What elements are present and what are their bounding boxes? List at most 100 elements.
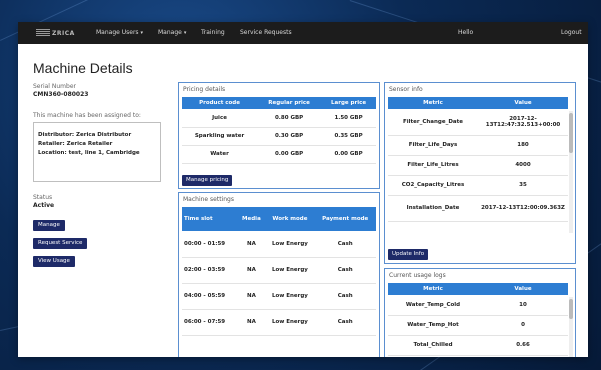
table-cell: 00:00 - 01:59 xyxy=(182,231,238,258)
hello-user[interactable]: Hello xyxy=(458,29,473,36)
table-row: Filter_Change_Date 2017-12-13T12:47:32.5… xyxy=(388,109,568,136)
table-row: Water 0.00 GBP 0.00 GBP xyxy=(182,145,376,164)
usage-header-row: Metric Value xyxy=(388,283,568,295)
top-navbar: ZRICA Manage Users ▾ Manage ▾ Training Ser… xyxy=(18,22,588,44)
caret-down-icon: ▾ xyxy=(183,30,187,36)
table-cell: 180 xyxy=(478,135,568,156)
pricing-title: Pricing details xyxy=(183,86,226,93)
nav-service-requests[interactable]: Service Requests xyxy=(240,29,292,36)
table-cell: 0.00 GBP xyxy=(257,145,322,164)
table-cell: Total_Chilled xyxy=(388,335,478,356)
table-row: Juice 0.80 GBP 1.50 GBP xyxy=(182,109,376,128)
table-cell: 2017-12-13T12:00:09.363Z xyxy=(478,195,568,222)
sensor-info-panel: Sensor info Metric Value Filter_Change_D… xyxy=(384,82,576,264)
pricing-table: Product code Regular price Large price J… xyxy=(182,97,376,164)
usage-logs-table: Metric Value Water_Temp_Cold 10 Water_Te… xyxy=(388,283,568,356)
nav-label: Manage Users xyxy=(96,29,139,36)
nav-training[interactable]: Training xyxy=(201,29,225,36)
table-cell: Low Energy xyxy=(265,309,315,336)
table-cell: 4000 xyxy=(478,155,568,176)
status-label: Status xyxy=(33,194,53,201)
assigned-distributor: Distributor: Zerica Distributor xyxy=(38,132,132,138)
table-cell: Sparkling water xyxy=(182,127,258,146)
table-cell: Low Energy xyxy=(265,231,315,258)
table-cell: 0.80 GBP xyxy=(257,109,322,128)
assigned-retailer: Retailer: Zerica Retailer xyxy=(38,141,113,147)
table-row: Sparkling water 0.30 GBP 0.35 GBP xyxy=(182,127,376,146)
col-value: Value xyxy=(478,97,568,109)
manage-pricing-button[interactable]: Manage pricing xyxy=(182,175,233,186)
brand-logo[interactable]: ZRICA xyxy=(36,29,75,37)
machine-settings-table: Time slot Media Work mode Payment mode 0… xyxy=(182,207,376,336)
sensor-scrollbar[interactable] xyxy=(569,111,573,233)
page-title: Machine Details xyxy=(33,60,133,76)
table-row: CO2_Capacity_Litres 35 xyxy=(388,175,568,196)
table-row: Total_Chilled 0.66 xyxy=(388,335,568,356)
app-window: ZRICA Manage Users ▾ Manage ▾ Training Ser… xyxy=(18,22,588,357)
col-media: Media xyxy=(237,207,266,231)
table-cell: NA xyxy=(237,231,266,258)
logout-link[interactable]: Logout xyxy=(561,29,582,36)
update-info-button[interactable]: Update Info xyxy=(388,249,429,260)
table-row: 06:00 - 07:59 NA Low Energy Cash xyxy=(182,309,376,336)
table-cell: 06:00 - 07:59 xyxy=(182,309,238,336)
manage-button[interactable]: Manage xyxy=(33,220,65,231)
table-cell: 2017-12-13T12:47:32.513+00:00 xyxy=(478,109,568,136)
table-cell: Cash xyxy=(314,257,376,284)
serial-label: Serial Number xyxy=(33,83,76,90)
col-work-mode: Work mode xyxy=(265,207,315,231)
table-row: Filter_Life_Litres 4000 xyxy=(388,155,568,176)
serial-value: CMN360-080023 xyxy=(33,91,89,98)
usage-scrollbar[interactable] xyxy=(569,297,573,357)
table-cell: 0.35 GBP xyxy=(321,127,376,146)
table-cell: Low Energy xyxy=(265,257,315,284)
table-cell: 1.50 GBP xyxy=(321,109,376,128)
view-usage-button[interactable]: View Usage xyxy=(33,256,75,267)
col-payment-mode: Payment mode xyxy=(314,207,376,231)
table-row: 02:00 - 03:59 NA Low Energy Cash xyxy=(182,257,376,284)
nav-manage-users[interactable]: Manage Users ▾ xyxy=(96,29,143,36)
table-cell: Cash xyxy=(314,283,376,310)
table-cell: 0 xyxy=(478,315,568,336)
assignment-box: Distributor: Zerica Distributor Retailer… xyxy=(33,122,161,182)
table-cell: 0.66 xyxy=(478,335,568,356)
table-cell: Filter_Life_Days xyxy=(388,135,478,156)
nav-manage[interactable]: Manage ▾ xyxy=(158,29,186,36)
table-cell: Low Energy xyxy=(265,283,315,310)
assigned-location: Location: test, line 1, Cambridge xyxy=(38,150,140,156)
machine-settings-panel: Machine settings Time slot Media Work mo… xyxy=(178,192,380,357)
caret-down-icon: ▾ xyxy=(140,30,144,36)
table-cell: Filter_Change_Date xyxy=(388,109,478,136)
col-time-slot: Time slot xyxy=(182,207,238,231)
col-metric: Metric xyxy=(388,97,478,109)
table-cell: 35 xyxy=(478,175,568,196)
status-value: Active xyxy=(33,202,55,209)
table-cell: NA xyxy=(237,309,266,336)
usage-logs-title: Current usage logs xyxy=(389,272,446,279)
background: ZRICA Manage Users ▾ Manage ▾ Training Ser… xyxy=(0,0,601,370)
table-row: 00:00 - 01:59 NA Low Energy Cash xyxy=(182,231,376,258)
col-product-code: Product code xyxy=(182,97,258,109)
table-cell: Filter_Life_Litres xyxy=(388,155,478,176)
table-cell: 04:00 - 05:59 xyxy=(182,283,238,310)
table-cell: Water xyxy=(182,145,258,164)
pricing-header-row: Product code Regular price Large price xyxy=(182,97,376,109)
table-cell: CO2_Capacity_Litres xyxy=(388,175,478,196)
table-cell: 10 xyxy=(478,295,568,316)
scrollbar-thumb[interactable] xyxy=(569,299,573,319)
table-row: 04:00 - 05:59 NA Low Energy Cash xyxy=(182,283,376,310)
settings-header-row: Time slot Media Work mode Payment mode xyxy=(182,207,376,231)
request-service-button[interactable]: Request Service xyxy=(33,238,88,249)
table-cell: 0.00 GBP xyxy=(321,145,376,164)
sensor-info-title: Sensor info xyxy=(389,86,423,93)
table-row: Water_Temp_Hot 0 xyxy=(388,315,568,336)
scrollbar-thumb[interactable] xyxy=(569,113,573,153)
sensor-info-table: Metric Value Filter_Change_Date 2017-12-… xyxy=(388,97,568,222)
table-cell: NA xyxy=(237,283,266,310)
machine-settings-title: Machine settings xyxy=(183,196,234,203)
nav-label: Manage xyxy=(158,29,182,36)
col-large-price: Large price xyxy=(321,97,376,109)
table-cell: 0.30 GBP xyxy=(257,127,322,146)
table-cell: Juice xyxy=(182,109,258,128)
brand-text: ZRICA xyxy=(52,30,75,37)
